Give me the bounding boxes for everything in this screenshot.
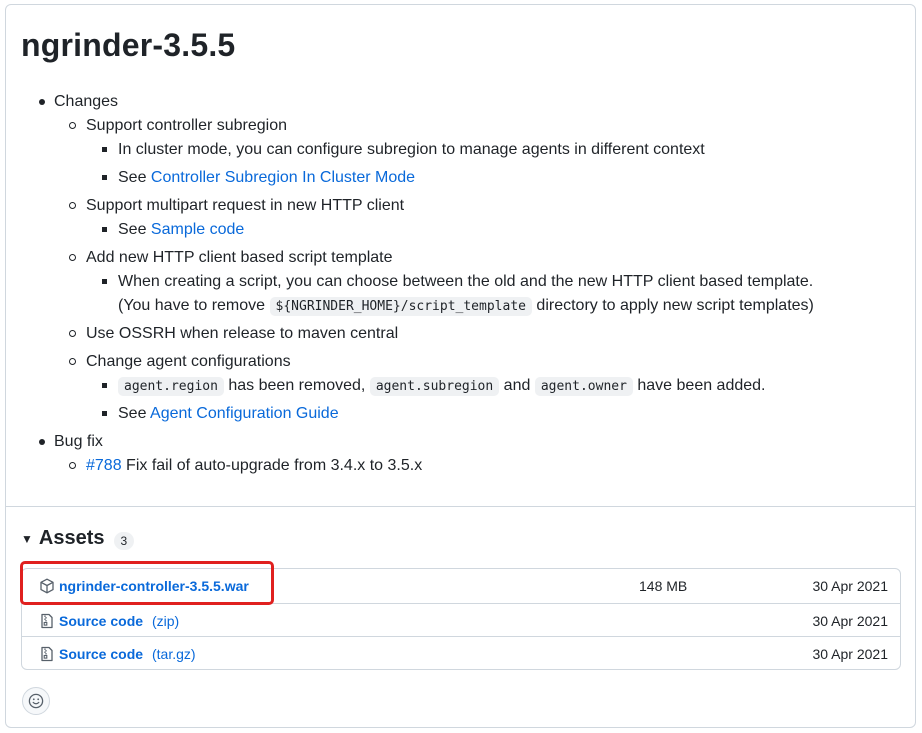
template-text-2-pre: (You have to remove	[118, 297, 266, 314]
package-icon	[40, 578, 54, 594]
bullet-circle	[69, 122, 76, 129]
script-template-code: ${NGRINDER_HOME}/script_template	[269, 297, 532, 316]
bullet-square	[102, 411, 107, 416]
subregion-link[interactable]: Controller Subregion In Cluster Mode	[151, 169, 415, 186]
bullet-circle	[69, 202, 76, 209]
bugfix-label: Bug fix	[54, 433, 103, 450]
see-agent-guide-line: See Agent Configuration Guide	[118, 404, 339, 424]
divider	[6, 506, 915, 507]
removed-text: has been removed,	[228, 377, 366, 394]
see-subregion-line: See Controller Subregion In Cluster Mode	[118, 168, 415, 188]
sample-code-link[interactable]: Sample code	[151, 221, 244, 238]
file-zip-icon	[41, 613, 53, 629]
agent-config-change-line: agent.region has been removed, agent.sub…	[118, 376, 766, 397]
agent-region-code: agent.region	[118, 377, 224, 396]
bullet-square	[102, 279, 107, 284]
assets-list: ngrinder-controller-3.5.5.war 148 MB 30 …	[21, 568, 901, 670]
bullet-square	[102, 383, 107, 388]
asset-row[interactable]: ngrinder-controller-3.5.5.war 148 MB 30 …	[22, 569, 900, 603]
bullet-square	[102, 175, 107, 180]
bullet-circle	[69, 330, 76, 337]
template-text-2-post: directory to apply new script templates)	[536, 297, 814, 314]
asset-date: 30 Apr 2021	[812, 645, 888, 662]
file-zip-icon	[41, 646, 53, 662]
added-text: have been added.	[637, 377, 766, 394]
agent-subregion-code: agent.subregion	[369, 377, 500, 396]
see-label: See	[118, 221, 147, 238]
issue-788-link[interactable]: #788	[86, 457, 122, 474]
multipart-text: Support multipart request in new HTTP cl…	[86, 197, 405, 214]
http-template-text: Add new HTTP client based script templat…	[86, 249, 393, 266]
and-text: and	[503, 377, 531, 394]
changes-label: Changes	[54, 93, 119, 110]
source-code-targz-link[interactable]: Source code	[59, 646, 143, 662]
template-text-2: (You have to remove ${NGRINDER_HOME}/scr…	[118, 296, 814, 317]
bullet-square	[102, 227, 107, 232]
see-sample-line: See Sample code	[118, 220, 244, 240]
issue-text: Fix fail of auto-upgrade from 3.4.x to 3…	[126, 457, 423, 474]
release-card: ngrinder-3.5.5 Changes Support controlle…	[5, 4, 916, 728]
bullet-circle	[69, 254, 76, 261]
ossrh-text: Use OSSRH when release to maven central	[86, 325, 399, 342]
asset-format[interactable]: (zip)	[152, 613, 179, 629]
asset-format[interactable]: (tar.gz)	[152, 646, 196, 662]
caret-down-icon[interactable]: ▼	[21, 532, 33, 546]
cluster-mode-text: In cluster mode, you can configure subre…	[118, 141, 705, 158]
bullet-circle	[69, 358, 76, 365]
bullet-circle	[69, 462, 76, 469]
agent-owner-code: agent.owner	[534, 377, 633, 396]
support-subregion-text: Support controller subregion	[86, 117, 288, 134]
bullet-disc	[39, 439, 45, 445]
asset-date: 30 Apr 2021	[812, 612, 888, 629]
asset-war-link[interactable]: ngrinder-controller-3.5.5.war	[59, 578, 249, 594]
assets-title: Assets	[38, 527, 105, 549]
assets-count-badge: 3	[113, 531, 135, 550]
see-label: See	[118, 169, 147, 186]
agent-guide-link[interactable]: Agent Configuration Guide	[150, 405, 339, 422]
release-title[interactable]: ngrinder-3.5.5	[21, 27, 235, 64]
assets-header[interactable]: ▼ Assets 3	[21, 527, 135, 550]
asset-row[interactable]: Source code (tar.gz) 30 Apr 2021	[22, 636, 900, 670]
asset-date: 30 Apr 2021	[812, 578, 888, 594]
template-text-1: When creating a script, you can choose b…	[118, 273, 814, 290]
asset-row[interactable]: Source code (zip) 30 Apr 2021	[22, 603, 900, 637]
smiley-icon	[28, 693, 44, 709]
source-code-zip-link[interactable]: Source code	[59, 613, 143, 629]
agent-config-text: Change agent configurations	[86, 353, 291, 370]
bullet-disc	[39, 99, 45, 105]
bugfix-line: #788 Fix fail of auto-upgrade from 3.4.x…	[86, 456, 422, 476]
add-reaction-button[interactable]	[22, 687, 50, 715]
see-label: See	[118, 405, 147, 422]
bullet-square	[102, 147, 107, 152]
asset-size: 148 MB	[639, 578, 688, 594]
